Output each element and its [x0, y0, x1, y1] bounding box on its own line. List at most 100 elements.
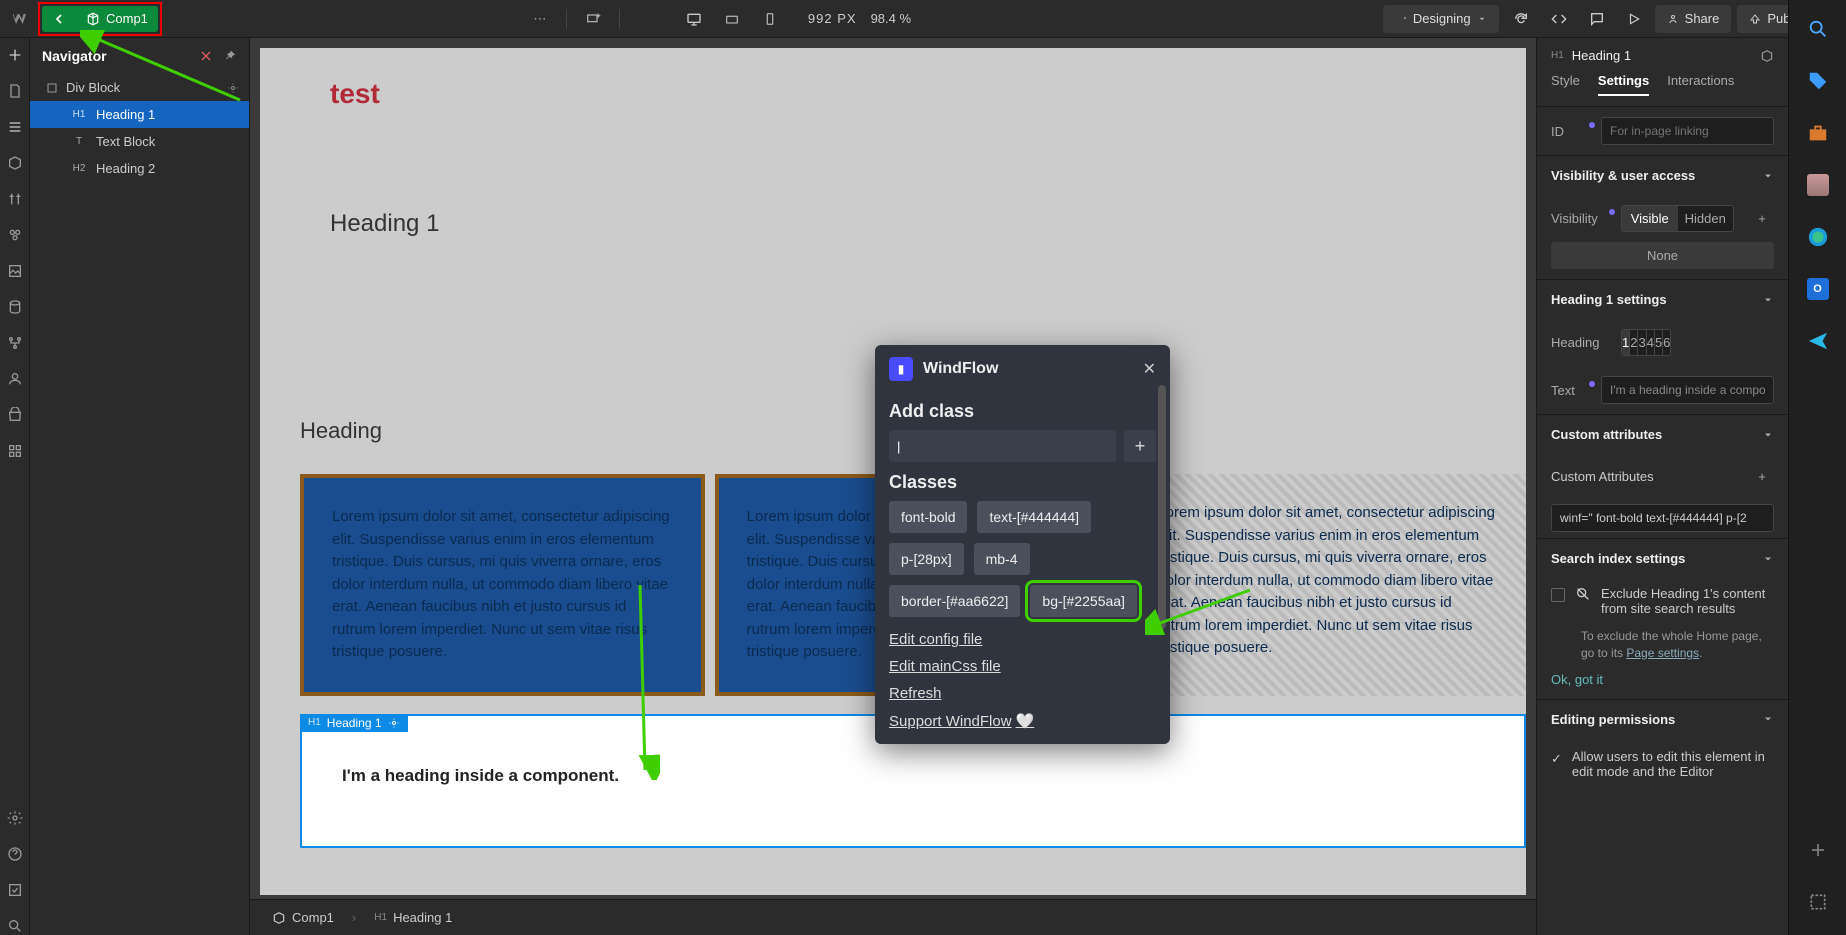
heading-level-2[interactable]: 2 — [1630, 330, 1638, 355]
class-chip[interactable]: text-[#444444] — [977, 501, 1091, 533]
avatar-app-icon[interactable] — [1805, 172, 1831, 198]
visibility-hidden[interactable]: Hidden — [1678, 206, 1734, 231]
canvas-heading1[interactable]: Heading 1 — [330, 210, 1526, 238]
comment-icon[interactable] — [1581, 5, 1613, 33]
send-app-icon[interactable] — [1805, 328, 1831, 354]
back-button[interactable] — [42, 6, 76, 32]
add-icon[interactable] — [6, 46, 24, 64]
popup-scrollbar[interactable] — [1158, 385, 1166, 734]
add-class-plus-button[interactable]: + — [1124, 430, 1156, 462]
refresh-icon[interactable] — [1505, 5, 1537, 33]
class-chip[interactable]: border-[#aa6622] — [889, 585, 1020, 617]
desktop-bp-icon[interactable] — [676, 6, 712, 32]
canvas-col-1[interactable]: Lorem ipsum dolor sit amet, consectetur … — [300, 474, 705, 696]
settings-icon[interactable] — [6, 809, 24, 827]
pin-panel-icon[interactable] — [223, 49, 237, 63]
heading-settings-section[interactable]: Heading 1 settings — [1537, 279, 1788, 319]
edit-config-link[interactable]: Edit config file — [889, 631, 1156, 648]
navigator-icon[interactable] — [6, 118, 24, 136]
assets-icon[interactable] — [6, 262, 24, 280]
exclude-checkbox[interactable] — [1551, 588, 1565, 602]
component-icon[interactable] — [1760, 49, 1774, 63]
permission-check-icon[interactable]: ✓ — [1551, 751, 1562, 767]
permission-text: Allow users to edit this element in edit… — [1572, 749, 1774, 779]
logic-icon[interactable] — [6, 334, 24, 352]
add-attribute-icon[interactable]: + — [1750, 464, 1774, 488]
text-input[interactable] — [1601, 376, 1774, 404]
tab-interactions[interactable]: Interactions — [1667, 73, 1734, 96]
tab-settings[interactable]: Settings — [1598, 73, 1649, 96]
webflow-logo-icon[interactable] — [8, 6, 34, 32]
class-chip[interactable]: p-[28px] — [889, 543, 964, 575]
edit-maincss-link[interactable]: Edit mainCss file — [889, 658, 1156, 675]
canvas-test-heading[interactable]: test — [330, 78, 1526, 110]
visibility-section[interactable]: Visibility & user access — [1537, 155, 1788, 195]
heading-level-5[interactable]: 5 — [1655, 330, 1663, 355]
audit-icon[interactable] — [6, 881, 24, 899]
breakpoint-add-icon[interactable] — [575, 6, 611, 32]
close-panel-icon[interactable] — [199, 49, 213, 63]
help-icon[interactable] — [6, 845, 24, 863]
search-icon[interactable] — [6, 917, 24, 935]
component-heading-text[interactable]: I'm a heading inside a component. — [342, 766, 1504, 786]
variables-icon[interactable] — [6, 190, 24, 208]
class-chip[interactable]: mb-4 — [974, 543, 1030, 575]
mode-dropdown[interactable]: Designing — [1383, 5, 1499, 33]
tag-app-icon[interactable] — [1805, 68, 1831, 94]
nav-item-heading-1[interactable]: H1 Heading 1 — [30, 101, 249, 128]
attribute-entry[interactable]: winf=" font-bold text-[#444444] p-[2 — [1551, 504, 1774, 532]
briefcase-app-icon[interactable] — [1805, 120, 1831, 146]
cms-icon[interactable] — [6, 298, 24, 316]
class-chip[interactable]: font-bold — [889, 501, 967, 533]
editing-permissions-section[interactable]: Editing permissions — [1537, 699, 1788, 739]
tab-style[interactable]: Style — [1551, 73, 1580, 96]
search-app-icon[interactable] — [1805, 16, 1831, 42]
heading-level-4[interactable]: 4 — [1647, 330, 1655, 355]
support-link[interactable]: Support WindFlow🤍 — [889, 712, 1156, 730]
crumb-heading1[interactable]: H1 Heading 1 — [366, 906, 460, 929]
outlook-app-icon[interactable]: O — [1805, 276, 1831, 302]
styles-icon[interactable] — [6, 226, 24, 244]
canvas-width-label[interactable]: 992 PX — [808, 11, 857, 26]
id-input[interactable] — [1601, 117, 1774, 145]
share-button[interactable]: Share — [1655, 5, 1732, 33]
code-icon[interactable] — [1543, 5, 1575, 33]
selection-label[interactable]: H1 Heading 1 — [300, 714, 408, 732]
mobile-bp-icon[interactable] — [752, 6, 788, 32]
ecommerce-icon[interactable] — [6, 406, 24, 424]
select-app-icon[interactable] — [1805, 889, 1831, 915]
zoom-label[interactable]: 98.4 % — [871, 11, 911, 26]
heading-level-3[interactable]: 3 — [1638, 330, 1646, 355]
refresh-link[interactable]: Refresh — [889, 685, 1156, 702]
popup-close-icon[interactable]: ✕ — [1143, 359, 1156, 379]
crumb-comp1[interactable]: Comp1 — [264, 906, 342, 929]
nav-item-div-block[interactable]: Div Block — [30, 74, 249, 101]
canvas-col-3[interactable]: Lorem ipsum dolor sit amet, consectetur … — [1129, 474, 1526, 696]
nav-item-heading-2[interactable]: H2 Heading 2 — [30, 155, 249, 182]
nav-item-text-block[interactable]: T Text Block — [30, 128, 249, 155]
add-class-input[interactable] — [889, 430, 1116, 462]
apps-icon[interactable] — [6, 442, 24, 460]
visibility-visible[interactable]: Visible — [1622, 206, 1678, 231]
tablet-bp-icon[interactable] — [714, 6, 750, 32]
more-menu-icon[interactable]: ⋯ — [522, 6, 558, 32]
custom-attributes-section[interactable]: Custom attributes — [1537, 414, 1788, 454]
heading-level-6[interactable]: 6 — [1663, 330, 1670, 355]
add-app-icon[interactable] — [1805, 837, 1831, 863]
users-icon[interactable] — [6, 370, 24, 388]
custom-attr-label: Custom Attributes — [1551, 469, 1654, 484]
visibility-none[interactable]: None — [1551, 242, 1774, 269]
pages-icon[interactable] — [6, 82, 24, 100]
components-icon[interactable] — [6, 154, 24, 172]
windflow-popup: ▮ WindFlow ✕ Add class + Classes font-bo… — [875, 345, 1170, 744]
class-chip-highlighted[interactable]: bg-[#2255aa] — [1030, 585, 1137, 617]
visibility-add-icon[interactable]: + — [1750, 207, 1774, 231]
edge-app-icon[interactable] — [1805, 224, 1831, 250]
component-pill[interactable]: Comp1 — [76, 6, 158, 32]
ok-got-it-link[interactable]: Ok, got it — [1537, 672, 1788, 699]
preview-icon[interactable] — [1619, 5, 1649, 33]
page-settings-link[interactable]: Page settings — [1626, 646, 1699, 660]
search-index-section[interactable]: Search index settings — [1537, 538, 1788, 578]
search-help-text: To exclude the whole Home page, go to it… — [1537, 624, 1788, 672]
heading-level-1[interactable]: 1 — [1622, 330, 1630, 355]
